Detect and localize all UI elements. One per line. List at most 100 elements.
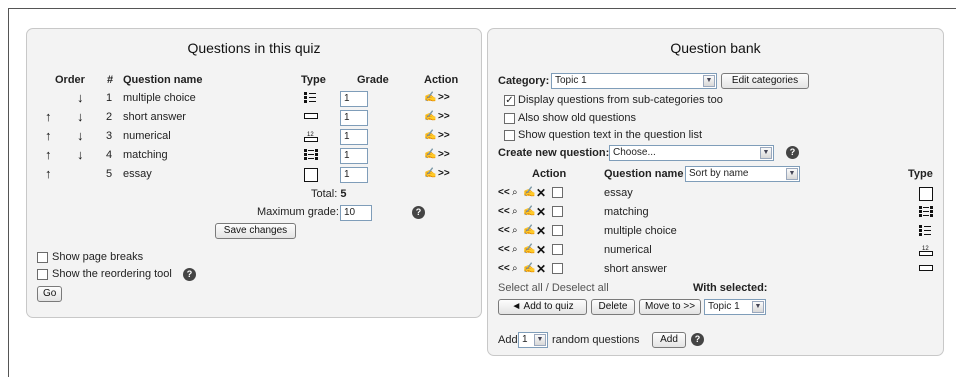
- move-down-icon[interactable]: ↓: [77, 148, 84, 161]
- edit-icon[interactable]: ✍: [424, 130, 436, 142]
- edit-icon[interactable]: ✍: [424, 92, 436, 104]
- show-reorder-checkbox[interactable]: [37, 269, 48, 280]
- preview-icon[interactable]: ⌕: [512, 187, 518, 199]
- numerical-icon: 12: [304, 130, 318, 146]
- move-down-icon[interactable]: ↓: [77, 129, 84, 142]
- save-changes-button[interactable]: Save changes: [215, 223, 296, 239]
- add-random-button[interactable]: Add: [652, 332, 686, 348]
- question-text-checkbox[interactable]: [504, 130, 515, 141]
- question-number: 5: [106, 168, 113, 180]
- move-down-icon[interactable]: ↓: [77, 110, 84, 123]
- shortanswer-icon: [919, 263, 933, 275]
- grade-input[interactable]: 1: [340, 110, 368, 126]
- move-target-select[interactable]: Topic 1 ▼: [704, 299, 766, 315]
- question-number: 4: [106, 149, 113, 161]
- max-grade-label: Maximum grade:: [257, 206, 339, 218]
- bank-question-name-header: Question name: [604, 168, 684, 180]
- select-question-checkbox[interactable]: [552, 244, 563, 255]
- grade-input[interactable]: 1: [340, 91, 368, 107]
- preview-icon[interactable]: ⌕: [512, 206, 518, 218]
- essay-icon: [919, 187, 933, 205]
- grade-input[interactable]: 1: [340, 148, 368, 164]
- edit-icon[interactable]: ✍: [424, 168, 436, 180]
- random-help-icon[interactable]: ?: [691, 333, 704, 346]
- select-question-checkbox[interactable]: [552, 206, 563, 217]
- reorder-help-icon[interactable]: ?: [183, 268, 196, 281]
- delete-icon[interactable]: ✕: [536, 244, 546, 256]
- category-value: Topic 1: [555, 75, 587, 86]
- add-to-quiz-button[interactable]: ◄ Add to quiz: [498, 299, 587, 315]
- go-button[interactable]: Go: [37, 286, 62, 302]
- question-name: matching: [123, 149, 168, 161]
- select-question-checkbox[interactable]: [552, 225, 563, 236]
- category-select[interactable]: Topic 1 ▼: [551, 73, 717, 89]
- max-grade-help-icon[interactable]: ?: [412, 206, 425, 219]
- deselect-all-link[interactable]: Deselect all: [552, 282, 609, 294]
- edit-icon[interactable]: ✍: [523, 225, 535, 237]
- chevron-down-icon: ▼: [703, 75, 715, 87]
- move-up-icon[interactable]: ↑: [45, 129, 52, 142]
- old-questions-checkbox[interactable]: [504, 113, 515, 124]
- select-question-checkbox[interactable]: [552, 263, 563, 274]
- num-header: #: [107, 74, 114, 86]
- delete-button[interactable]: Delete: [591, 299, 635, 315]
- old-questions-label: Also show old questions: [518, 112, 637, 124]
- move-up-icon[interactable]: ↑: [45, 110, 52, 123]
- bank-question-name: multiple choice: [604, 225, 677, 237]
- move-to-button[interactable]: Move to >>: [639, 299, 701, 315]
- add-to-quiz-icon[interactable]: <<: [498, 263, 510, 275]
- preview-icon[interactable]: ⌕: [512, 244, 518, 256]
- show-page-breaks-checkbox[interactable]: [37, 252, 48, 263]
- show-page-breaks-label: Show page breaks: [52, 251, 144, 263]
- bank-question-name: short answer: [604, 263, 667, 275]
- delete-icon[interactable]: ✕: [536, 263, 546, 275]
- preview-icon[interactable]: ⌕: [512, 225, 518, 237]
- bank-action-header: Action: [532, 168, 567, 180]
- create-question-select[interactable]: Choose... ▼: [609, 145, 774, 161]
- add-to-quiz-icon[interactable]: <<: [498, 206, 510, 218]
- grade-input[interactable]: 1: [340, 129, 368, 145]
- create-question-label: Create new question:: [498, 147, 610, 159]
- chevron-down-icon: ▼: [534, 334, 546, 346]
- numerical-icon: 12: [919, 244, 933, 260]
- select-all-link[interactable]: Select all: [498, 282, 543, 294]
- create-question-value: Choose...: [613, 147, 656, 158]
- question-number: 1: [106, 92, 113, 104]
- add-to-quiz-icon[interactable]: <<: [498, 187, 510, 199]
- move-up-icon[interactable]: ↑: [45, 148, 52, 161]
- delete-icon[interactable]: ✕: [536, 225, 546, 237]
- multichoice-icon: [919, 225, 931, 240]
- move-to-bank-icon[interactable]: >>: [438, 168, 450, 180]
- grade-input[interactable]: 1: [340, 167, 368, 183]
- random-count-select[interactable]: 1 ▼: [518, 332, 548, 348]
- multichoice-icon: [304, 92, 316, 107]
- move-to-bank-icon[interactable]: >>: [438, 149, 450, 161]
- quiz-title: Questions in this quiz: [187, 40, 321, 56]
- create-help-icon[interactable]: ?: [786, 146, 799, 159]
- edit-icon[interactable]: ✍: [424, 149, 436, 161]
- move-down-icon[interactable]: ↓: [77, 91, 84, 104]
- add-to-quiz-icon[interactable]: <<: [498, 225, 510, 237]
- edit-icon[interactable]: ✍: [523, 263, 535, 275]
- edit-categories-button[interactable]: Edit categories: [721, 73, 809, 89]
- edit-icon[interactable]: ✍: [523, 187, 535, 199]
- edit-icon[interactable]: ✍: [523, 206, 535, 218]
- edit-icon[interactable]: ✍: [523, 244, 535, 256]
- sort-value: Sort by name: [689, 168, 749, 179]
- preview-icon[interactable]: ⌕: [512, 263, 518, 275]
- bank-question-name: essay: [604, 187, 633, 199]
- edit-icon[interactable]: ✍: [424, 111, 436, 123]
- add-to-quiz-icon[interactable]: <<: [498, 244, 510, 256]
- move-to-bank-icon[interactable]: >>: [438, 111, 450, 123]
- max-grade-input[interactable]: 10: [340, 205, 372, 221]
- order-header: Order: [55, 74, 85, 86]
- move-to-bank-icon[interactable]: >>: [438, 92, 450, 104]
- subcats-checkbox[interactable]: ✓: [504, 95, 515, 106]
- select-question-checkbox[interactable]: [552, 187, 563, 198]
- move-up-icon[interactable]: ↑: [45, 167, 52, 180]
- move-to-bank-icon[interactable]: >>: [438, 130, 450, 142]
- sort-select[interactable]: Sort by name ▼: [685, 166, 800, 182]
- delete-icon[interactable]: ✕: [536, 187, 546, 199]
- delete-icon[interactable]: ✕: [536, 206, 546, 218]
- total-value: 5: [340, 188, 347, 200]
